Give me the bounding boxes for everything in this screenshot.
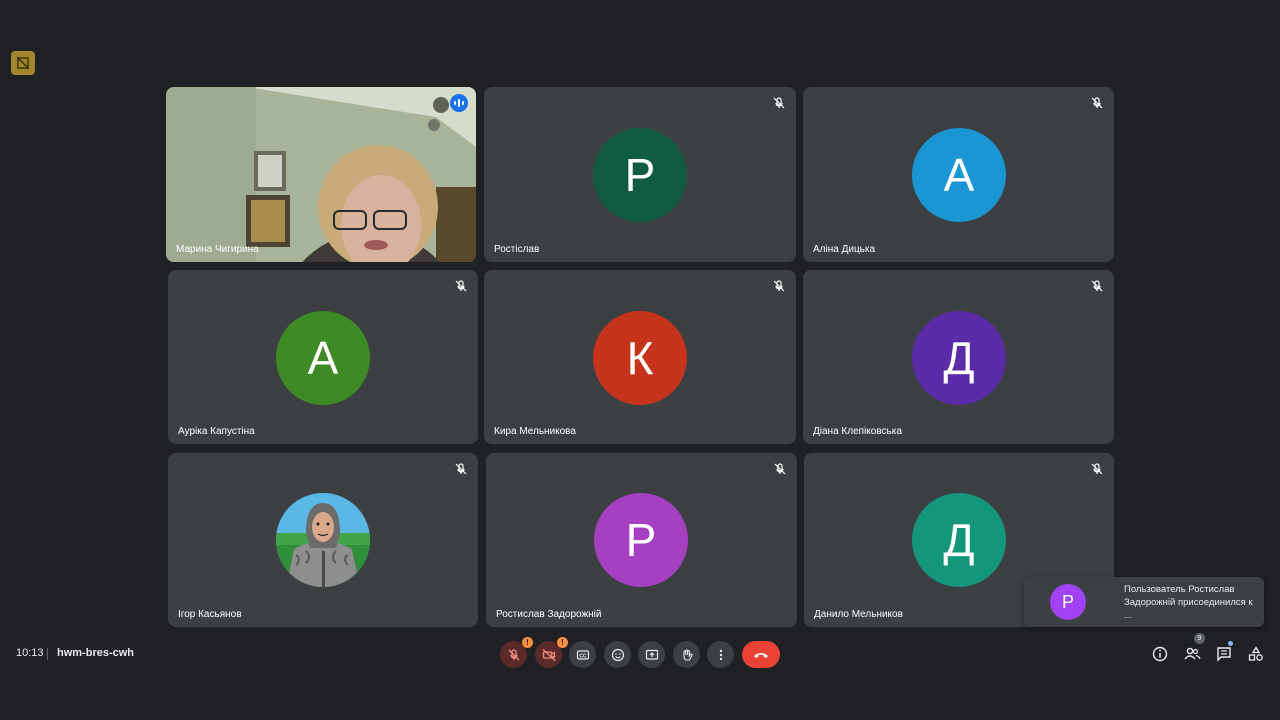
info-icon bbox=[1152, 646, 1168, 662]
emoji-icon bbox=[611, 648, 624, 661]
camera-toggle-button[interactable]: ! bbox=[535, 637, 568, 668]
end-call-button[interactable] bbox=[742, 641, 780, 668]
participant-video-feed bbox=[166, 87, 476, 262]
participant-tile[interactable]: Р Ростіслав bbox=[484, 87, 796, 262]
mic-toggle-button[interactable]: ! bbox=[500, 637, 533, 668]
divider bbox=[47, 648, 48, 660]
chat-icon bbox=[1217, 647, 1231, 662]
mic-off-icon bbox=[1091, 280, 1103, 292]
avatar: А bbox=[276, 311, 370, 405]
participant-tile[interactable]: Д Діана Клепіковська bbox=[803, 270, 1114, 444]
participant-tile[interactable]: А Ауріка Капустіна bbox=[168, 270, 478, 444]
mic-off-icon bbox=[508, 648, 519, 660]
raise-hand-button[interactable] bbox=[673, 641, 700, 668]
participant-name: Кира Мельникова bbox=[494, 426, 576, 437]
present-button[interactable] bbox=[638, 641, 665, 668]
people-icon bbox=[1184, 647, 1201, 660]
meeting-details-button[interactable] bbox=[1151, 645, 1169, 663]
captions-icon: CC bbox=[576, 649, 589, 660]
avatar: К bbox=[593, 311, 687, 405]
participant-tile[interactable]: Р Ростислав Задорожній bbox=[486, 453, 797, 627]
avatar: Р bbox=[594, 493, 688, 587]
participant-name: Ігор Касьянов bbox=[178, 609, 242, 620]
camera-off-icon bbox=[542, 648, 555, 661]
reactions-button[interactable] bbox=[604, 641, 631, 668]
end-call-icon bbox=[754, 652, 768, 658]
participant-name: Аліна Дицька bbox=[813, 244, 876, 255]
avatar: Д bbox=[912, 493, 1006, 587]
recording-badge-icon[interactable] bbox=[11, 51, 35, 75]
participant-name: Ростислав Задорожній bbox=[496, 609, 602, 620]
svg-text:CC: CC bbox=[579, 653, 587, 659]
speaking-indicator-icon bbox=[450, 94, 468, 112]
participant-tile[interactable]: А Аліна Дицька bbox=[803, 87, 1114, 262]
notification-message: Пользователь Ростислав Задорожній присое… bbox=[1124, 584, 1253, 621]
more-vert-icon bbox=[719, 649, 722, 660]
activities-button[interactable] bbox=[1247, 645, 1265, 663]
participant-name: Діана Клепіковська bbox=[813, 426, 902, 437]
participant-count-badge: 9 bbox=[1194, 633, 1205, 644]
mic-off-icon bbox=[1091, 97, 1103, 109]
mic-off-icon bbox=[455, 280, 467, 292]
present-screen-icon bbox=[645, 649, 658, 660]
mic-off-icon bbox=[773, 280, 785, 292]
raise-hand-icon bbox=[682, 649, 693, 661]
notification-avatar: Р bbox=[1050, 584, 1086, 620]
participant-tile[interactable]: К Кира Мельникова bbox=[484, 270, 796, 444]
participant-tile-video[interactable]: Марина Чигирина bbox=[166, 87, 476, 262]
activities-icon bbox=[1248, 646, 1263, 661]
captions-button[interactable]: CC bbox=[569, 641, 596, 668]
avatar: Д bbox=[912, 311, 1006, 405]
participant-tile[interactable]: Ігор Касьянов bbox=[168, 453, 478, 627]
mic-off-icon bbox=[774, 463, 786, 475]
people-button[interactable] bbox=[1183, 645, 1201, 663]
meeting-code[interactable]: hwm-bres-cwh bbox=[57, 647, 134, 659]
clock-time: 10:13 bbox=[16, 647, 44, 659]
participant-name: Ростіслав bbox=[494, 244, 540, 255]
mic-off-icon bbox=[455, 463, 467, 475]
mic-off-icon bbox=[773, 97, 785, 109]
more-options-button[interactable] bbox=[707, 641, 734, 668]
participant-name: Марина Чигирина bbox=[176, 244, 259, 255]
participant-name: Данило Мельников bbox=[814, 609, 903, 620]
join-notification[interactable]: Р Пользователь Ростислав Задорожній прис… bbox=[1024, 577, 1264, 627]
avatar-photo bbox=[276, 493, 370, 587]
mic-off-icon bbox=[1091, 463, 1103, 475]
warning-badge: ! bbox=[557, 637, 568, 648]
avatar: Р bbox=[593, 128, 687, 222]
avatar: А bbox=[912, 128, 1006, 222]
warning-badge: ! bbox=[522, 637, 533, 648]
chat-button[interactable] bbox=[1215, 645, 1233, 663]
chat-unread-dot bbox=[1228, 641, 1233, 646]
participant-name: Ауріка Капустіна bbox=[178, 426, 255, 437]
